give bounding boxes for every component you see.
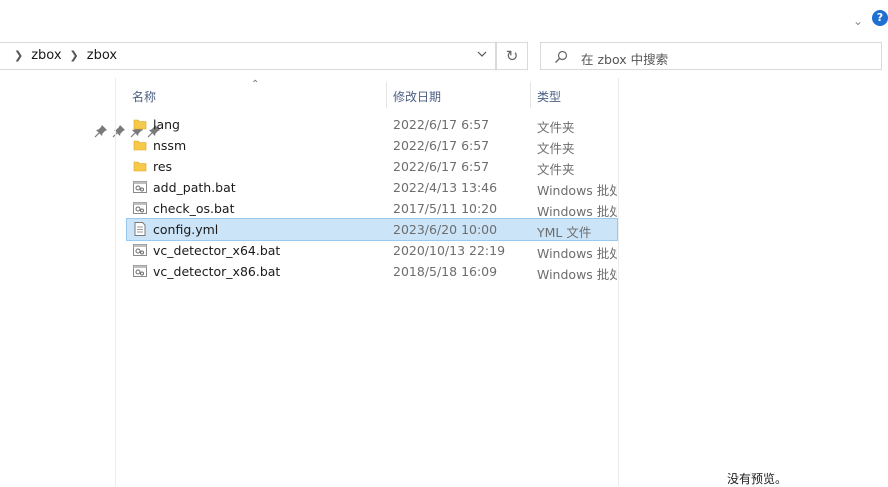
file-row[interactable]: check_os.bat 2017/5/11 10:20 Windows 批处 bbox=[127, 198, 617, 219]
search-box[interactable]: 在 zbox 中搜索 bbox=[540, 42, 882, 70]
file-modified-date: 2017/5/11 10:20 bbox=[393, 201, 498, 216]
refresh-icon: ↻ bbox=[505, 47, 519, 65]
file-type: Windows 批处 bbox=[537, 246, 617, 261]
batch-file-icon bbox=[133, 265, 147, 277]
column-resize-handle[interactable] bbox=[530, 82, 531, 108]
pin-icon[interactable] bbox=[94, 124, 108, 138]
file-modified-date: 2018/5/18 16:09 bbox=[393, 264, 498, 279]
folder-icon bbox=[133, 140, 147, 151]
file-row[interactable]: vc_detector_x64.bat 2020/10/13 22:19 Windo… bbox=[127, 240, 617, 261]
file-list: lang 2022/6/17 6:57 文件夹 nssm 2022/6/17 6:57 文… bbox=[126, 114, 618, 282]
file-name[interactable]: config.yml bbox=[153, 222, 218, 237]
column-resize-handle[interactable] bbox=[386, 82, 387, 108]
column-header-date[interactable]: 修改日期 bbox=[393, 88, 441, 114]
preview-pane-divider[interactable] bbox=[618, 78, 619, 486]
batch-file-icon bbox=[133, 244, 147, 256]
sort-ascending-icon: ⌃ bbox=[251, 79, 260, 90]
file-type: YML 文件 bbox=[537, 225, 592, 240]
file-name[interactable]: check_os.bat bbox=[153, 201, 234, 216]
refresh-button[interactable]: ↻ bbox=[496, 42, 528, 70]
file-row[interactable]: res 2022/6/17 6:57 文件夹 bbox=[127, 156, 617, 177]
file-type: 文件夹 bbox=[537, 162, 575, 177]
file-modified-date: 2022/6/17 6:57 bbox=[393, 159, 490, 174]
file-type: 文件夹 bbox=[537, 120, 575, 135]
column-header-type[interactable]: 类型 bbox=[537, 88, 561, 114]
file-type: 文件夹 bbox=[537, 141, 575, 156]
file-type: Windows 批处 bbox=[537, 267, 617, 282]
file-name[interactable]: nssm bbox=[153, 138, 186, 153]
ribbon-area: ⌄ ? bbox=[0, 0, 888, 38]
help-icon[interactable]: ? bbox=[872, 10, 888, 26]
file-modified-date: 2020/10/13 22:19 bbox=[393, 243, 506, 258]
file-name[interactable]: vc_detector_x86.bat bbox=[153, 264, 280, 279]
file-modified-date: 2022/6/17 6:57 bbox=[393, 138, 490, 153]
breadcrumb-item[interactable]: zbox bbox=[31, 48, 61, 63]
preview-message: 没有预览。 bbox=[727, 472, 788, 486]
folder-icon bbox=[133, 161, 147, 172]
breadcrumb-separator-icon[interactable]: ❯ bbox=[14, 49, 23, 62]
expand-ribbon-chevron-icon[interactable]: ⌄ bbox=[853, 14, 863, 28]
file-name[interactable]: res bbox=[153, 159, 172, 174]
file-row[interactable]: add_path.bat 2022/4/13 13:46 Windows 批处 bbox=[127, 177, 617, 198]
search-placeholder: 在 zbox 中搜索 bbox=[581, 52, 669, 67]
breadcrumb-separator-icon[interactable]: ❯ bbox=[70, 49, 79, 62]
navigation-pane-divider[interactable] bbox=[115, 78, 116, 486]
breadcrumb-item[interactable]: zbox bbox=[87, 48, 117, 63]
file-modified-date: 2022/4/13 13:46 bbox=[393, 180, 498, 195]
file-type: Windows 批处 bbox=[537, 204, 617, 219]
breadcrumb: ❯ zbox ❯ zbox bbox=[6, 48, 117, 63]
file-modified-date: 2022/6/17 6:57 bbox=[393, 117, 490, 132]
folder-icon bbox=[133, 119, 147, 130]
file-name[interactable]: lang bbox=[153, 117, 180, 132]
file-row[interactable]: config.yml 2023/6/20 10:00 YML 文件 bbox=[126, 218, 618, 241]
file-row[interactable]: nssm 2022/6/17 6:57 文件夹 bbox=[127, 135, 617, 156]
address-dropdown-icon[interactable] bbox=[477, 49, 487, 59]
search-icon bbox=[555, 50, 568, 63]
text-file-icon bbox=[134, 222, 146, 236]
address-bar[interactable]: ❯ zbox ❯ zbox bbox=[0, 42, 496, 70]
batch-file-icon bbox=[133, 181, 147, 193]
file-type: Windows 批处 bbox=[537, 183, 617, 198]
column-header-name[interactable]: 名称 bbox=[132, 88, 156, 114]
pin-icon[interactable] bbox=[112, 124, 126, 138]
file-name[interactable]: vc_detector_x64.bat bbox=[153, 243, 280, 258]
file-modified-date: 2023/6/20 10:00 bbox=[393, 222, 498, 237]
batch-file-icon bbox=[133, 202, 147, 214]
file-name[interactable]: add_path.bat bbox=[153, 180, 236, 195]
file-row[interactable]: lang 2022/6/17 6:57 文件夹 bbox=[127, 114, 617, 135]
navigation-bar: ❯ zbox ❯ zbox ↻ 在 zbox 中搜索 bbox=[0, 40, 888, 76]
file-row[interactable]: vc_detector_x86.bat 2018/5/18 16:09 Window… bbox=[127, 261, 617, 282]
